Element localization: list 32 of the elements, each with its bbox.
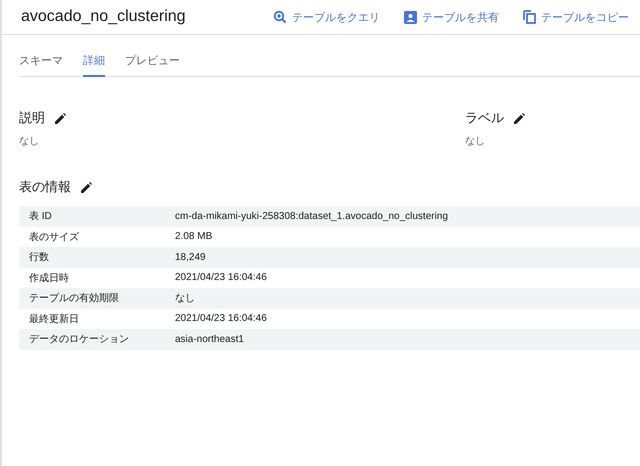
copy-icon bbox=[523, 10, 536, 24]
table-cell: 2021/04/23 16:04:46 bbox=[175, 272, 267, 284]
table-cell-text: テーブルの有効期限 bbox=[28, 292, 120, 306]
table-cell: asia-northeast1 bbox=[175, 334, 244, 345]
share-table-button[interactable]: テーブルを共有 bbox=[404, 10, 499, 24]
edit-icon[interactable] bbox=[81, 182, 92, 192]
query-table-button[interactable]: テーブルをクエリ bbox=[273, 10, 380, 24]
section-title: 説明 bbox=[19, 109, 45, 127]
tab[interactable]: 詳細 bbox=[83, 49, 105, 77]
table-title: avocado_no_clustering bbox=[21, 8, 187, 26]
section-value: なし bbox=[19, 135, 40, 148]
person-icon bbox=[404, 10, 417, 24]
tab[interactable]: スキーマ bbox=[19, 49, 63, 77]
tab[interactable]: プレビュー bbox=[125, 49, 180, 77]
section-title: 表の情報 bbox=[19, 178, 71, 196]
copy-table-button[interactable]: テーブルをコピー bbox=[523, 10, 629, 24]
table-cell-text: データのロケーション bbox=[28, 333, 130, 346]
section-value: なし bbox=[465, 135, 486, 148]
edit-icon[interactable] bbox=[514, 112, 525, 124]
table-cell-text: 作成日時 bbox=[28, 272, 70, 285]
search-icon bbox=[273, 10, 287, 24]
section-title: ラベル bbox=[465, 109, 504, 127]
table-cell: 18,249 bbox=[175, 252, 206, 263]
table-cell-text: 表 ID bbox=[28, 210, 53, 224]
table-cell: 2.08 MB bbox=[175, 231, 212, 242]
table-cell-text: 表のサイズ bbox=[28, 230, 80, 244]
table-cell: cm-da-mikami-yuki-258308:dataset_1.avocado_no_clustering bbox=[175, 210, 448, 222]
table-cell-text: 行数 bbox=[28, 251, 50, 264]
table-cell-text: なし bbox=[175, 292, 195, 306]
table-cell: 2021/04/23 16:04:46 bbox=[175, 313, 267, 324]
edit-icon[interactable] bbox=[55, 112, 66, 124]
table-cell-text: 最終更新日 bbox=[28, 312, 80, 326]
